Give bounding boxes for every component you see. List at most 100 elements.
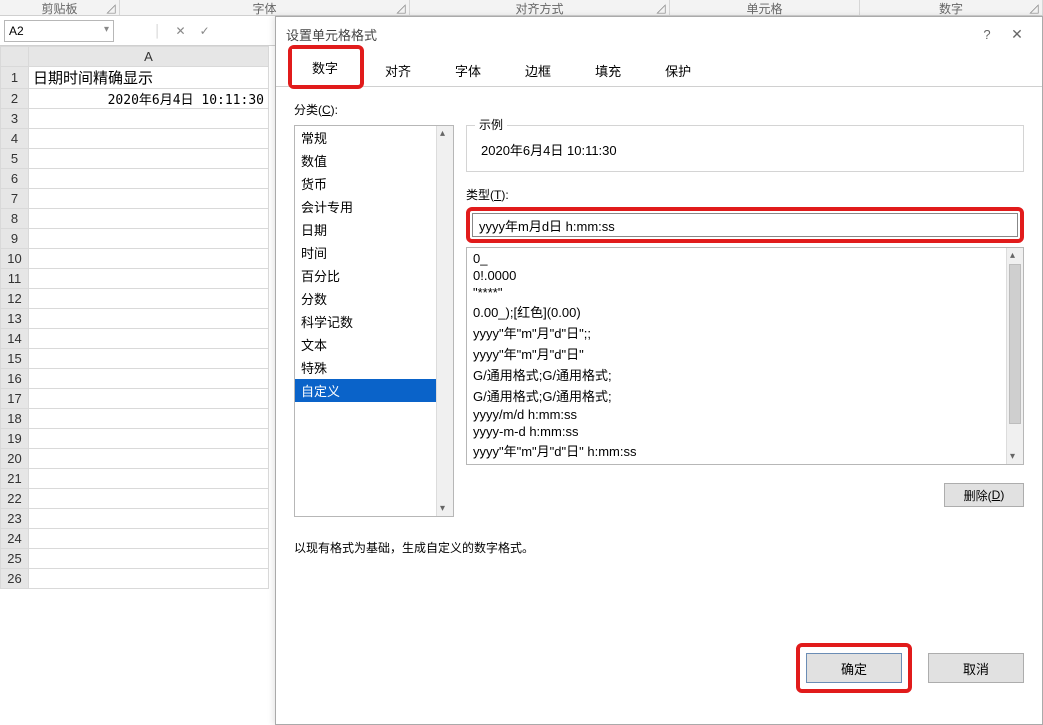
select-all-corner[interactable]	[1, 47, 29, 67]
format-item[interactable]: 0!.0000	[467, 267, 1006, 284]
category-item[interactable]: 百分比	[295, 264, 436, 287]
format-item[interactable]: 0.00_);[红色](0.00)	[467, 301, 1006, 322]
dialog-launcher-icon[interactable]: ◿	[1028, 1, 1040, 13]
worksheet-grid[interactable]: A 1日期时间精确显示22020年6月4日 10:11:303456789101…	[0, 46, 275, 725]
row-header[interactable]: 11	[1, 269, 29, 289]
row-header[interactable]: 17	[1, 389, 29, 409]
cancel-icon[interactable]: ✕	[176, 24, 186, 38]
row-header[interactable]: 6	[1, 169, 29, 189]
cell[interactable]	[29, 569, 269, 589]
format-item[interactable]: yyyy"年"m"月"d"日";;	[467, 322, 1006, 343]
dialog-launcher-icon[interactable]: ◿	[105, 1, 117, 13]
name-box[interactable]: A2 ▾	[4, 20, 114, 42]
scrollbar[interactable]	[436, 126, 453, 516]
cell[interactable]	[29, 109, 269, 129]
help-icon[interactable]: ?	[972, 27, 1002, 42]
tab-fill[interactable]: 填充	[574, 52, 642, 87]
category-item[interactable]: 时间	[295, 241, 436, 264]
scrollbar[interactable]	[1006, 248, 1023, 464]
cell[interactable]	[29, 449, 269, 469]
row-header[interactable]: 2	[1, 89, 29, 109]
cell[interactable]	[29, 289, 269, 309]
dialog-launcher-icon[interactable]: ◿	[655, 1, 667, 13]
row-header[interactable]: 3	[1, 109, 29, 129]
cell[interactable]	[29, 249, 269, 269]
cell[interactable]	[29, 169, 269, 189]
cell[interactable]	[29, 329, 269, 349]
tab-font[interactable]: 字体	[434, 52, 502, 87]
cell[interactable]	[29, 309, 269, 329]
row-header[interactable]: 23	[1, 509, 29, 529]
row-header[interactable]: 7	[1, 189, 29, 209]
tab-protection[interactable]: 保护	[644, 52, 712, 87]
tab-border[interactable]: 边框	[504, 52, 572, 87]
cell[interactable]	[29, 389, 269, 409]
row-header[interactable]: 9	[1, 229, 29, 249]
category-item[interactable]: 数值	[295, 149, 436, 172]
cell[interactable]	[29, 229, 269, 249]
cell[interactable]	[29, 149, 269, 169]
format-item[interactable]: yyyy"年"m"月"d"日" h:mm:ss	[467, 440, 1006, 461]
cell[interactable]	[29, 369, 269, 389]
cell[interactable]	[29, 469, 269, 489]
cell[interactable]	[29, 509, 269, 529]
cancel-button[interactable]: 取消	[928, 653, 1024, 683]
cell[interactable]: 日期时间精确显示	[29, 67, 269, 89]
row-header[interactable]: 8	[1, 209, 29, 229]
format-item[interactable]: yyyy-m-d h:mm:ss	[467, 423, 1006, 440]
format-item[interactable]: yyyy/m/d h:mm:ss	[467, 406, 1006, 423]
dialog-launcher-icon[interactable]: ◿	[395, 1, 407, 13]
cell[interactable]	[29, 269, 269, 289]
category-item[interactable]: 特殊	[295, 356, 436, 379]
row-header[interactable]: 25	[1, 549, 29, 569]
row-header[interactable]: 20	[1, 449, 29, 469]
close-icon[interactable]: ✕	[1002, 26, 1032, 43]
row-header[interactable]: 10	[1, 249, 29, 269]
cell[interactable]	[29, 409, 269, 429]
category-item[interactable]: 自定义	[295, 379, 436, 402]
cell[interactable]	[29, 129, 269, 149]
cell[interactable]	[29, 429, 269, 449]
format-item[interactable]: G/通用格式;G/通用格式;	[467, 364, 1006, 385]
cell[interactable]: 2020年6月4日 10:11:30	[29, 89, 269, 109]
row-header[interactable]: 19	[1, 429, 29, 449]
category-item[interactable]: 分数	[295, 287, 436, 310]
cell[interactable]	[29, 189, 269, 209]
row-header[interactable]: 21	[1, 469, 29, 489]
row-header[interactable]: 4	[1, 129, 29, 149]
scrollbar-thumb[interactable]	[1009, 264, 1021, 424]
row-header[interactable]: 12	[1, 289, 29, 309]
row-header[interactable]: 5	[1, 149, 29, 169]
category-item[interactable]: 文本	[295, 333, 436, 356]
row-header[interactable]: 26	[1, 569, 29, 589]
column-header-A[interactable]: A	[29, 47, 269, 67]
row-header[interactable]: 14	[1, 329, 29, 349]
enter-icon[interactable]: ✓	[200, 24, 210, 38]
row-header[interactable]: 15	[1, 349, 29, 369]
row-header[interactable]: 1	[1, 67, 29, 89]
ok-button[interactable]: 确定	[806, 653, 902, 683]
category-item[interactable]: 常规	[295, 126, 436, 149]
format-item[interactable]: yyyy"年"m"月"d"日"	[467, 343, 1006, 364]
row-header[interactable]: 13	[1, 309, 29, 329]
format-code-listbox[interactable]: 0_0!.0000"****"0.00_);[红色](0.00)yyyy"年"m…	[466, 247, 1024, 465]
cell[interactable]	[29, 489, 269, 509]
tab-alignment[interactable]: 对齐	[364, 52, 432, 87]
type-input[interactable]	[472, 213, 1018, 237]
format-item[interactable]: 0_	[467, 250, 1006, 267]
row-header[interactable]: 18	[1, 409, 29, 429]
category-listbox[interactable]: 常规数值货币会计专用日期时间百分比分数科学记数文本特殊自定义	[294, 125, 454, 517]
category-item[interactable]: 货币	[295, 172, 436, 195]
cell[interactable]	[29, 549, 269, 569]
row-header[interactable]: 16	[1, 369, 29, 389]
format-item[interactable]: G/通用格式;G/通用格式;	[467, 385, 1006, 406]
dialog-titlebar[interactable]: 设置单元格格式 ? ✕	[276, 17, 1042, 51]
chevron-down-icon[interactable]: ▾	[104, 24, 109, 35]
delete-button[interactable]: 删除(D)	[944, 483, 1024, 507]
tab-number[interactable]: 数字	[292, 49, 358, 85]
format-item[interactable]: "****"	[467, 284, 1006, 301]
row-header[interactable]: 22	[1, 489, 29, 509]
category-item[interactable]: 科学记数	[295, 310, 436, 333]
cell[interactable]	[29, 209, 269, 229]
category-item[interactable]: 会计专用	[295, 195, 436, 218]
